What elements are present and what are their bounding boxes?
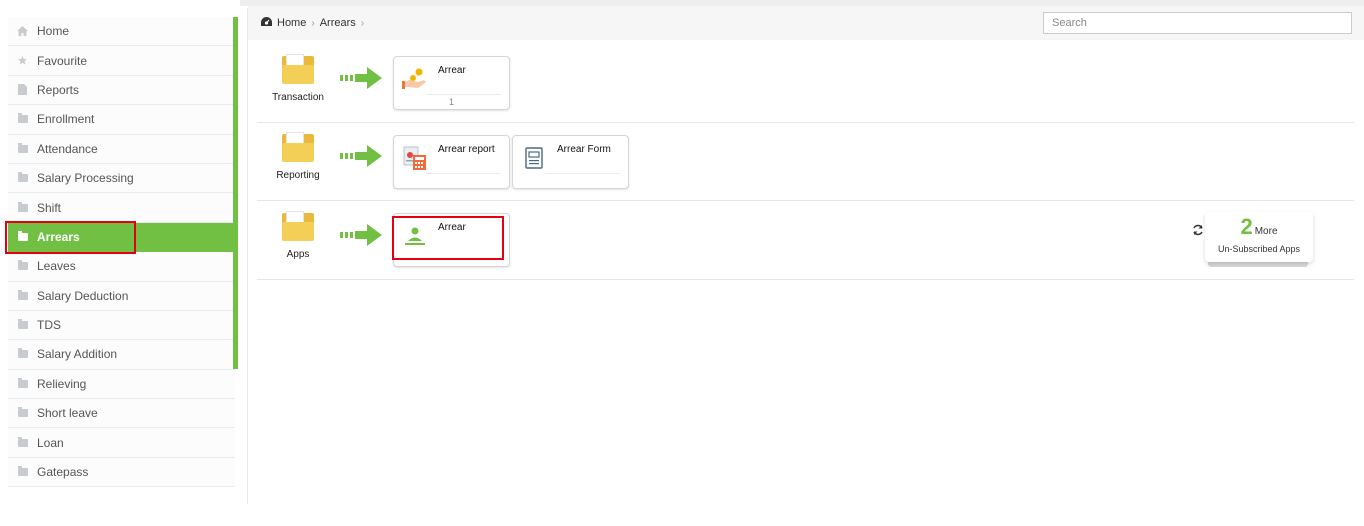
card-arrear-report[interactable]: Arrear report bbox=[393, 135, 510, 189]
folder-icon bbox=[17, 436, 28, 448]
sidebar-item-salary-processing[interactable]: Salary Processing bbox=[8, 163, 235, 194]
sidebar-item-label: Short leave bbox=[37, 406, 98, 421]
folder-icon bbox=[17, 319, 28, 331]
folder-icon bbox=[17, 407, 28, 419]
sidebar-item-short-leave[interactable]: Short leave bbox=[8, 399, 235, 429]
folder-icon bbox=[17, 230, 28, 242]
sidebar-item-enrollment[interactable]: Enrollment bbox=[8, 105, 235, 135]
sidebar-item-label: Arrears bbox=[37, 229, 80, 244]
apps-folder[interactable]: Apps bbox=[268, 211, 328, 260]
folder-icon bbox=[17, 466, 28, 478]
sidebar-item-label: Salary Deduction bbox=[37, 288, 129, 303]
sidebar-item-attendance[interactable]: Attendance bbox=[8, 134, 235, 164]
row-divider bbox=[257, 122, 1354, 123]
folder-icon bbox=[282, 132, 314, 162]
breadcrumb-separator: › bbox=[311, 17, 315, 29]
sidebar-item-shift[interactable]: Shift bbox=[8, 193, 235, 223]
row-divider bbox=[257, 279, 1354, 280]
card-arrear-transaction[interactable]: Arrear 1 bbox=[393, 56, 510, 110]
sidebar-item-loan[interactable]: Loan bbox=[8, 428, 235, 458]
sidebar-item-home[interactable]: Home bbox=[8, 17, 235, 47]
card-count: 1 bbox=[448, 97, 454, 107]
breadcrumb-home[interactable]: Home bbox=[277, 17, 306, 29]
breadcrumb-current[interactable]: Arrears bbox=[320, 17, 356, 29]
sidebar-item-label: Salary Processing bbox=[37, 171, 134, 186]
sidebar-item-label: Gatepass bbox=[37, 465, 89, 480]
green-arrow-icon bbox=[340, 224, 382, 246]
section-label: Transaction bbox=[272, 92, 324, 103]
folder-icon bbox=[17, 172, 28, 184]
card-title: Arrear Form bbox=[557, 144, 611, 155]
reporting-folder[interactable]: Reporting bbox=[268, 132, 328, 181]
form-document-icon bbox=[525, 147, 543, 169]
document-icon bbox=[17, 84, 28, 96]
folder-icon bbox=[17, 201, 28, 213]
sidebar-divider bbox=[247, 8, 248, 504]
sidebar-item-label: Attendance bbox=[37, 141, 98, 156]
card-title: Arrear bbox=[438, 65, 466, 76]
hand-coin-icon bbox=[402, 68, 426, 89]
folder-icon bbox=[17, 113, 28, 125]
sidebar-item-favourite[interactable]: Favourite bbox=[8, 46, 235, 76]
sidebar-item-salary-deduction[interactable]: Salary Deduction bbox=[8, 281, 235, 311]
star-icon bbox=[17, 55, 28, 66]
sidebar-item-reports[interactable]: Reports bbox=[8, 75, 235, 106]
transaction-folder[interactable]: Transaction bbox=[268, 54, 328, 103]
card-arrear-form[interactable]: Arrear Form bbox=[512, 135, 629, 189]
sidebar-item-label: Salary Addition bbox=[37, 347, 118, 362]
sidebar-item-label: TDS bbox=[37, 318, 61, 333]
sidebar-item-relieving[interactable]: Relieving bbox=[8, 369, 235, 400]
sidebar-item-tds[interactable]: TDS bbox=[8, 310, 235, 341]
folder-icon bbox=[282, 54, 314, 84]
sidebar-item-label: Shift bbox=[37, 200, 62, 215]
card-arrear-app[interactable]: Arrear bbox=[393, 213, 510, 267]
sidebar-item-label: Loan bbox=[37, 435, 64, 450]
green-arrow-icon bbox=[340, 67, 382, 89]
card-title: Arrear bbox=[438, 222, 466, 233]
card-divider bbox=[426, 94, 501, 95]
card-title: Arrear report bbox=[438, 144, 495, 155]
report-calculator-icon bbox=[403, 146, 426, 170]
breadcrumb: Home › Arrears › bbox=[261, 17, 364, 29]
more-apps-button[interactable]: 2 More Un-Subscribed Apps bbox=[1205, 212, 1313, 262]
folder-icon bbox=[17, 289, 28, 301]
sidebar-item-label: Home bbox=[37, 24, 70, 39]
folder-icon bbox=[17, 142, 28, 154]
refresh-icon[interactable] bbox=[1192, 224, 1204, 236]
top-border-left bbox=[0, 0, 240, 6]
more-apps-word: More bbox=[1254, 226, 1278, 237]
sidebar-item-label: Relieving bbox=[37, 376, 87, 391]
more-apps-subtitle: Un-Subscribed Apps bbox=[1217, 244, 1301, 254]
sidebar-item-gatepass[interactable]: Gatepass bbox=[8, 457, 235, 488]
folder-icon bbox=[17, 260, 28, 272]
folder-icon bbox=[282, 211, 314, 241]
green-arrow-icon bbox=[340, 145, 382, 167]
home-icon bbox=[17, 26, 28, 37]
row-divider bbox=[257, 200, 1354, 201]
card-divider bbox=[545, 173, 620, 174]
dashboard-icon bbox=[261, 17, 272, 29]
card-divider bbox=[426, 173, 501, 174]
sidebar-accent-rail bbox=[233, 17, 238, 369]
more-apps-count: 2 bbox=[1240, 214, 1253, 239]
sidebar-item-salary-addition[interactable]: Salary Addition bbox=[8, 340, 235, 370]
folder-icon bbox=[17, 377, 28, 389]
section-label: Apps bbox=[286, 249, 310, 260]
search-input[interactable] bbox=[1043, 12, 1352, 34]
folder-icon bbox=[17, 348, 28, 360]
sidebar-item-label: Enrollment bbox=[37, 112, 95, 127]
sidebar: Home Favourite Reports Enrollment Attend… bbox=[8, 17, 235, 488]
sidebar-item-label: Reports bbox=[37, 82, 80, 97]
section-label: Reporting bbox=[276, 170, 320, 181]
breadcrumb-separator: › bbox=[360, 17, 365, 29]
sidebar-item-label: Leaves bbox=[37, 259, 76, 274]
user-app-icon bbox=[405, 227, 425, 245]
sidebar-item-label: Favourite bbox=[37, 53, 88, 68]
sidebar-item-leaves[interactable]: Leaves bbox=[8, 252, 235, 282]
sidebar-item-arrears[interactable]: Arrears bbox=[8, 222, 235, 253]
